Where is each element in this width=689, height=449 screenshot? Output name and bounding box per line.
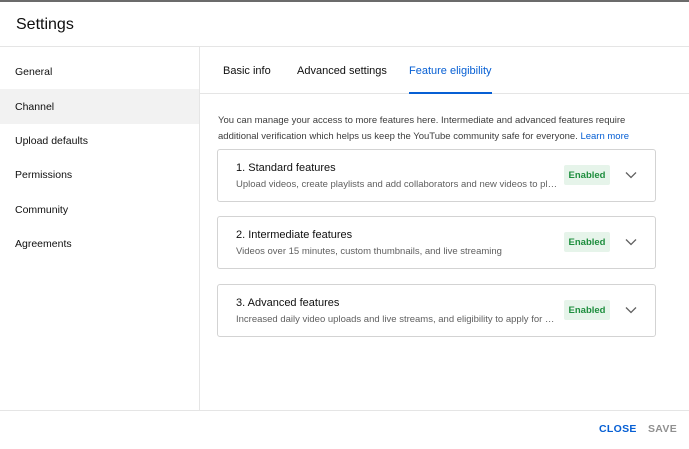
sidebar-item-label: Community (15, 203, 69, 216)
settings-dialog: Settings General Channel Upload defaults… (0, 0, 689, 449)
sidebar-item-general[interactable]: General (0, 54, 199, 89)
chevron-down-icon[interactable] (621, 300, 641, 320)
tab-label: Advanced settings (297, 64, 387, 77)
sidebar-item-label: Permissions (15, 168, 73, 181)
learn-more-link[interactable]: Learn more (580, 131, 629, 142)
status-badge: Enabled (564, 300, 610, 320)
sidebar-item-label: Upload defaults (15, 134, 88, 147)
dialog-title: Settings (16, 16, 74, 33)
sidebar-item-upload-defaults[interactable]: Upload defaults (0, 123, 199, 158)
intro-text: You can manage your access to more featu… (218, 113, 658, 145)
chevron-down-icon[interactable] (621, 165, 641, 185)
feature-card-advanced[interactable]: 3. Advanced features Increased daily vid… (217, 284, 656, 337)
sidebar-item-label: Agreements (15, 237, 72, 250)
sidebar-item-label: General (15, 65, 53, 78)
top-border (0, 0, 689, 2)
feature-description: Increased daily video uploads and live s… (236, 314, 558, 325)
feature-description: Videos over 15 minutes, custom thumbnail… (236, 246, 502, 257)
sidebar: General Channel Upload defaults Permissi… (0, 47, 200, 410)
feature-description: Upload videos, create playlists and add … (236, 179, 558, 190)
close-button[interactable]: CLOSE (599, 423, 637, 435)
tab-feature-eligibility[interactable]: Feature eligibility (409, 47, 492, 94)
sidebar-item-permissions[interactable]: Permissions (0, 157, 199, 192)
feature-title: 3. Advanced features (236, 297, 340, 309)
feature-card-standard[interactable]: 1. Standard features Upload videos, crea… (217, 149, 656, 202)
chevron-down-icon[interactable] (621, 232, 641, 252)
tab-advanced-settings[interactable]: Advanced settings (297, 47, 387, 94)
tab-label: Feature eligibility (409, 64, 492, 77)
feature-card-intermediate[interactable]: 2. Intermediate features Videos over 15 … (217, 216, 656, 269)
sidebar-item-agreements[interactable]: Agreements (0, 226, 199, 261)
active-tab-indicator (409, 92, 492, 94)
save-button[interactable]: SAVE (648, 423, 677, 435)
tab-label: Basic info (223, 64, 271, 77)
tab-bar: Basic info Advanced settings Feature eli… (200, 47, 689, 94)
sidebar-item-label: Channel (15, 100, 55, 113)
intro-body: You can manage your access to more featu… (218, 115, 626, 142)
footer-divider (0, 410, 689, 411)
status-badge: Enabled (564, 232, 610, 252)
status-badge: Enabled (564, 165, 610, 185)
sidebar-item-channel[interactable]: Channel (0, 89, 199, 124)
tab-basic-info[interactable]: Basic info (223, 47, 271, 94)
feature-title: 2. Intermediate features (236, 229, 353, 241)
feature-title: 1. Standard features (236, 162, 336, 174)
sidebar-item-community[interactable]: Community (0, 192, 199, 227)
